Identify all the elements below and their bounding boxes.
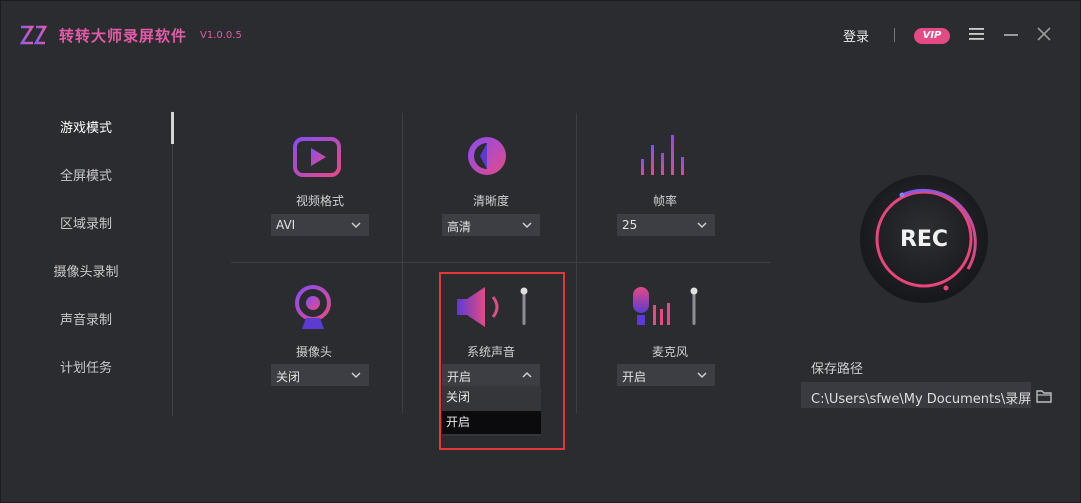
camera-icon — [295, 285, 331, 329]
sidebar-item-camera-record[interactable]: 摄像头录制 — [1, 261, 171, 280]
title-bar: 转转大师录屏软件 V1.0.0.5 登录 VIP — [1, 1, 1081, 71]
frame-rate-icon — [641, 135, 684, 175]
header-divider — [894, 28, 895, 42]
grid-divider — [402, 113, 403, 263]
camera-value: 关闭 — [276, 370, 301, 384]
clarity-label: 清晰度 — [472, 194, 509, 208]
grid-divider — [576, 113, 577, 263]
close-icon[interactable] — [1036, 26, 1052, 42]
sidebar-item-scheduled-task[interactable]: 计划任务 — [1, 357, 171, 376]
grid-divider — [576, 263, 577, 413]
app-title: 转转大师录屏软件 — [59, 27, 188, 45]
video-format-value: AVI — [276, 218, 296, 232]
save-path-value: C:\Users\sfwe\My Documents\录屏 — [811, 392, 1031, 407]
clarity-value: 高清 — [447, 220, 472, 234]
grid-divider — [231, 262, 771, 263]
frame-rate-select[interactable]: 25 — [617, 214, 715, 236]
sidebar: 游戏模式 全屏模式 区域录制 摄像头录制 声音录制 计划任务 — [1, 101, 173, 421]
microphone-label: 麦克风 — [651, 345, 688, 359]
chevron-down-icon — [351, 372, 361, 379]
rec-label: REC — [899, 227, 949, 252]
save-path-label: 保存路径 — [811, 362, 864, 377]
minimize-icon[interactable] — [1004, 34, 1018, 36]
grid-divider — [402, 263, 403, 413]
sidebar-item-region-record[interactable]: 区域录制 — [1, 213, 171, 232]
sidebar-item-fullscreen-mode[interactable]: 全屏模式 — [1, 165, 171, 184]
clarity-select[interactable]: 高清 — [442, 214, 540, 236]
sidebar-divider — [172, 111, 173, 416]
sidebar-item-game-mode[interactable]: 游戏模式 — [1, 117, 171, 136]
app-version: V1.0.0.5 — [200, 30, 242, 41]
folder-icon[interactable] — [1036, 389, 1052, 403]
chevron-down-icon — [697, 222, 707, 229]
mic-volume-slider[interactable] — [689, 287, 699, 327]
app-window: 转转大师录屏软件 V1.0.0.5 登录 VIP 游戏模式 全屏模式 区域录制 … — [0, 0, 1081, 503]
camera-select[interactable]: 关闭 — [271, 364, 369, 386]
save-path-field[interactable]: C:\Users\sfwe\My Documents\录屏 — [801, 382, 1031, 408]
chevron-down-icon — [351, 222, 361, 229]
video-format-select[interactable]: AVI — [271, 214, 369, 236]
video-format-label: 视频格式 — [295, 194, 344, 208]
camera-label: 摄像头 — [295, 345, 332, 359]
microphone-select[interactable]: 开启 — [617, 364, 715, 386]
chevron-down-icon — [697, 372, 707, 379]
menu-icon[interactable] — [969, 27, 984, 41]
video-format-icon — [293, 137, 341, 177]
frame-rate-value: 25 — [622, 218, 638, 232]
chevron-down-icon — [522, 222, 532, 229]
sidebar-item-audio-record[interactable]: 声音录制 — [1, 309, 171, 328]
clarity-icon — [468, 137, 506, 175]
sidebar-active-indicator — [171, 112, 174, 144]
highlight-annotation — [439, 272, 565, 450]
frame-rate-label: 帧率 — [652, 194, 677, 208]
mic-icon — [633, 287, 670, 325]
logo-icon — [19, 25, 49, 45]
vip-button[interactable]: VIP — [914, 28, 950, 44]
login-button[interactable]: 登录 — [843, 26, 869, 45]
microphone-value: 开启 — [622, 370, 647, 384]
